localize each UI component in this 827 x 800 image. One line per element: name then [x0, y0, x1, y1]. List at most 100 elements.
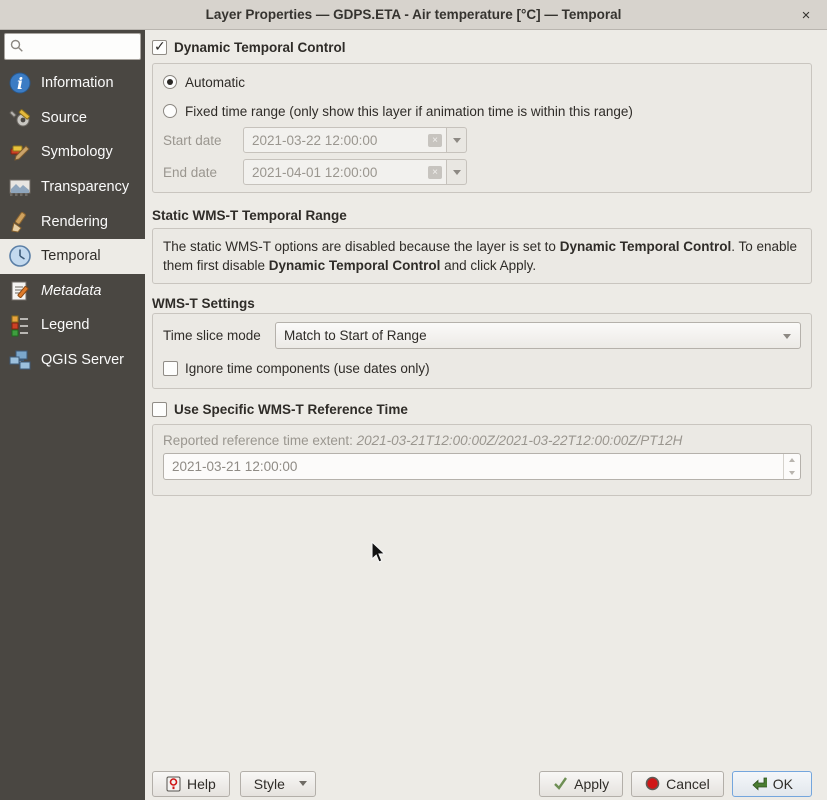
sidebar-item-label: Symbology [41, 144, 113, 160]
reported-extent: Reported reference time extent: 2021-03-… [163, 433, 801, 448]
start-date-row: Start date 2021-03-22 12:00:00 × [163, 127, 801, 153]
source-icon [8, 106, 32, 130]
end-date-label: End date [163, 165, 243, 180]
time-slice-row: Time slice mode Match to Start of Range [163, 322, 801, 349]
help-button[interactable]: Help [152, 771, 230, 797]
svg-text:i: i [17, 74, 23, 93]
end-date-input[interactable]: 2021-04-01 12:00:00 × [243, 159, 447, 185]
sidebar-item-label: Source [41, 110, 87, 126]
sidebar-item-information[interactable]: i Information [0, 66, 145, 101]
automatic-row: Automatic [163, 72, 801, 92]
spin-up-button[interactable] [784, 454, 800, 467]
static-wmst-note: The static WMS-T options are disabled be… [152, 228, 812, 284]
reference-datetime-input[interactable]: 2021-03-21 12:00:00 [163, 453, 801, 480]
reference-time-label: Use Specific WMS-T Reference Time [174, 402, 408, 417]
wmst-settings-heading: WMS-T Settings [152, 296, 812, 311]
automatic-radio[interactable] [163, 75, 177, 89]
ignore-time-label: Ignore time components (use dates only) [185, 361, 430, 376]
dialog-title: Layer Properties — GDPS.ETA - Air temper… [206, 7, 622, 22]
temporal-icon [8, 244, 32, 268]
wmst-settings-groupbox: Time slice mode Match to Start of Range … [152, 313, 812, 389]
sidebar-item-temporal[interactable]: Temporal [0, 239, 145, 274]
end-date-dropdown-button[interactable] [447, 159, 467, 185]
reference-time-groupbox: Reported reference time extent: 2021-03-… [152, 424, 812, 496]
symbology-icon [8, 140, 32, 164]
sidebar-item-symbology[interactable]: Symbology [0, 135, 145, 170]
sidebar-item-label: Information [41, 75, 114, 91]
dynamic-temporal-control-row: Dynamic Temporal Control [152, 39, 812, 56]
start-date-label: Start date [163, 133, 243, 148]
cancel-button[interactable]: Cancel [631, 771, 724, 797]
layer-properties-dialog: Layer Properties — GDPS.ETA - Air temper… [0, 0, 827, 800]
sidebar-item-label: Rendering [41, 214, 108, 230]
note-bold: Dynamic Temporal Control [560, 239, 732, 254]
sidebar-item-transparency[interactable]: Transparency [0, 170, 145, 205]
ok-button-label: OK [773, 776, 793, 792]
sidebar-item-label: Metadata [41, 283, 101, 299]
reported-extent-label: Reported reference time extent: [163, 433, 357, 448]
spin-down-button[interactable] [784, 467, 800, 480]
style-button-label: Style [254, 776, 285, 792]
static-wmst-heading: Static WMS-T Temporal Range [152, 208, 812, 223]
chevron-down-icon [299, 781, 307, 786]
chevron-down-icon [453, 138, 461, 143]
sidebar-item-label: Legend [41, 317, 89, 333]
legend-icon [8, 313, 32, 337]
reported-extent-value: 2021-03-21T12:00:00Z/2021-03-22T12:00:00… [357, 433, 683, 448]
ignore-time-checkbox[interactable] [163, 361, 178, 376]
chevron-up-icon [789, 458, 795, 462]
fixed-time-range-row: Fixed time range (only show this layer i… [163, 101, 801, 121]
time-slice-value: Match to Start of Range [284, 328, 427, 343]
sidebar: i Information Source Sym [0, 30, 145, 800]
close-icon[interactable]: × [795, 0, 817, 30]
cancel-button-label: Cancel [666, 776, 710, 792]
ok-arrow-icon [751, 776, 767, 791]
check-icon [553, 776, 568, 791]
chevron-down-icon [453, 170, 461, 175]
start-date-dropdown-button[interactable] [447, 127, 467, 153]
sidebar-item-label: Transparency [41, 179, 129, 195]
reference-time-checkbox[interactable] [152, 402, 167, 417]
sidebar-item-legend[interactable]: Legend [0, 308, 145, 343]
search-icon [10, 39, 24, 53]
apply-button-label: Apply [574, 776, 609, 792]
reference-time-row: Use Specific WMS-T Reference Time [152, 401, 812, 418]
note-text: The static WMS-T options are disabled be… [163, 239, 560, 254]
sidebar-item-metadata[interactable]: Metadata [0, 274, 145, 309]
sidebar-item-rendering[interactable]: Rendering [0, 204, 145, 239]
note-bold: Dynamic Temporal Control [269, 258, 441, 273]
apply-button[interactable]: Apply [539, 771, 623, 797]
chevron-down-icon [789, 471, 795, 475]
dynamic-temporal-groupbox: Automatic Fixed time range (only show th… [152, 63, 812, 193]
cancel-icon [645, 776, 660, 791]
dialog-button-bar: Help Style Apply Cancel [152, 770, 812, 797]
start-date-value: 2021-03-22 12:00:00 [252, 133, 377, 148]
style-button[interactable]: Style [240, 771, 316, 797]
sidebar-item-qgis-server[interactable]: QGIS Server [0, 343, 145, 378]
end-date-value: 2021-04-01 12:00:00 [252, 165, 377, 180]
search-input[interactable] [4, 33, 141, 60]
end-date-row: End date 2021-04-01 12:00:00 × [163, 159, 801, 185]
start-date-input[interactable]: 2021-03-22 12:00:00 × [243, 127, 447, 153]
chevron-down-icon [783, 334, 791, 339]
fixed-time-range-radio[interactable] [163, 104, 177, 118]
time-slice-label: Time slice mode [163, 328, 275, 343]
ok-button[interactable]: OK [732, 771, 812, 797]
sidebar-search [4, 33, 141, 60]
rendering-icon [8, 210, 32, 234]
note-text: and click Apply. [440, 258, 536, 273]
time-slice-combobox[interactable]: Match to Start of Range [275, 322, 801, 349]
spinner-buttons[interactable] [783, 454, 800, 479]
clear-icon[interactable]: × [428, 134, 442, 147]
ignore-time-row: Ignore time components (use dates only) [163, 360, 801, 377]
qgis-server-icon [8, 348, 32, 372]
transparency-icon [8, 175, 32, 199]
clear-icon[interactable]: × [428, 166, 442, 179]
sidebar-item-source[interactable]: Source [0, 101, 145, 136]
dynamic-temporal-control-label: Dynamic Temporal Control [174, 40, 346, 55]
metadata-icon [8, 279, 32, 303]
titlebar[interactable]: Layer Properties — GDPS.ETA - Air temper… [0, 0, 827, 30]
dynamic-temporal-control-checkbox[interactable] [152, 40, 167, 55]
sidebar-nav: i Information Source Sym [0, 66, 145, 377]
help-button-label: Help [187, 776, 216, 792]
